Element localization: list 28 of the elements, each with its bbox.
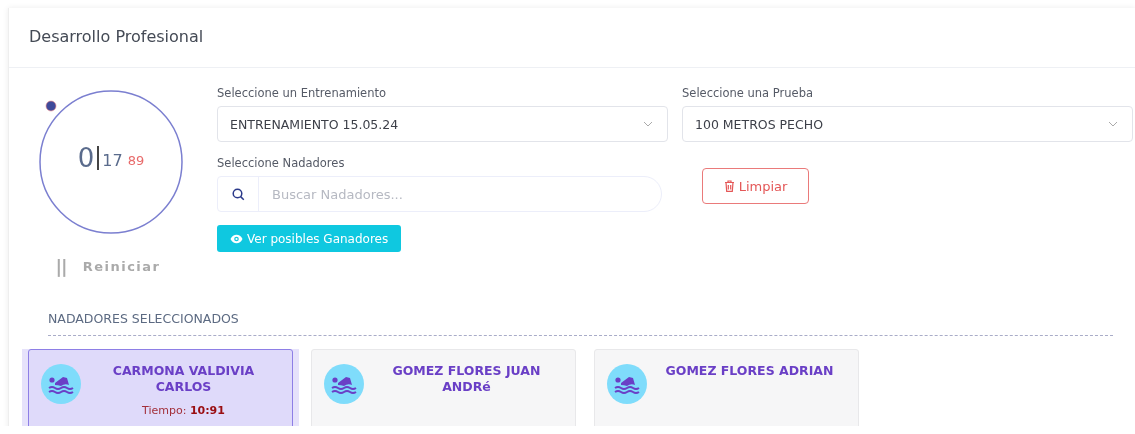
- training-select[interactable]: ENTRENAMIENTO 15.05.24: [217, 106, 668, 142]
- swimmer-name: GOMEZ FLORES ADRIAN: [665, 363, 834, 379]
- chevron-down-icon: [1108, 121, 1118, 127]
- clear-button[interactable]: Limpiar: [702, 168, 809, 204]
- swimmer-icon: [41, 364, 81, 404]
- swimmer-card[interactable]: GOMEZ FLORES ADRIAN: [594, 349, 859, 426]
- swimmer-time: Tiempo: 10:91: [142, 404, 225, 418]
- page-title: Desarrollo Profesional: [29, 27, 204, 46]
- swimmer-icon: [607, 364, 647, 404]
- search-icon: [231, 187, 245, 201]
- chevron-down-icon: [643, 121, 653, 127]
- swimmer-name: CARMONA VALDIVIA CARLOS: [111, 363, 256, 395]
- section-title: NADADORES SELECCIONADOS: [48, 311, 239, 326]
- trash-icon: [723, 180, 735, 192]
- eye-icon: [230, 233, 243, 244]
- timer-seconds: 17: [102, 150, 123, 170]
- search-input[interactable]: Buscar Nadadores...: [259, 185, 661, 203]
- swimmer-icon: [324, 364, 364, 404]
- swimmer-card[interactable]: CARMONA VALDIVIA CARLOS Tiempo: 10:91: [28, 349, 293, 426]
- swimmer-name: GOMEZ FLORES JUAN ANDRé: [391, 363, 542, 395]
- timer-minutes: 0: [77, 143, 95, 173]
- field-label: Seleccione una Prueba: [682, 86, 814, 100]
- field-label: Seleccione Nadadores: [217, 156, 346, 170]
- event-select[interactable]: 100 METROS PECHO: [682, 106, 1133, 142]
- timer-separator: [97, 146, 100, 170]
- timer-hundredths: 89: [127, 153, 145, 168]
- field-label: Seleccione un Entrenamiento: [217, 86, 388, 100]
- swimmer-card[interactable]: GOMEZ FLORES JUAN ANDRé: [311, 349, 576, 426]
